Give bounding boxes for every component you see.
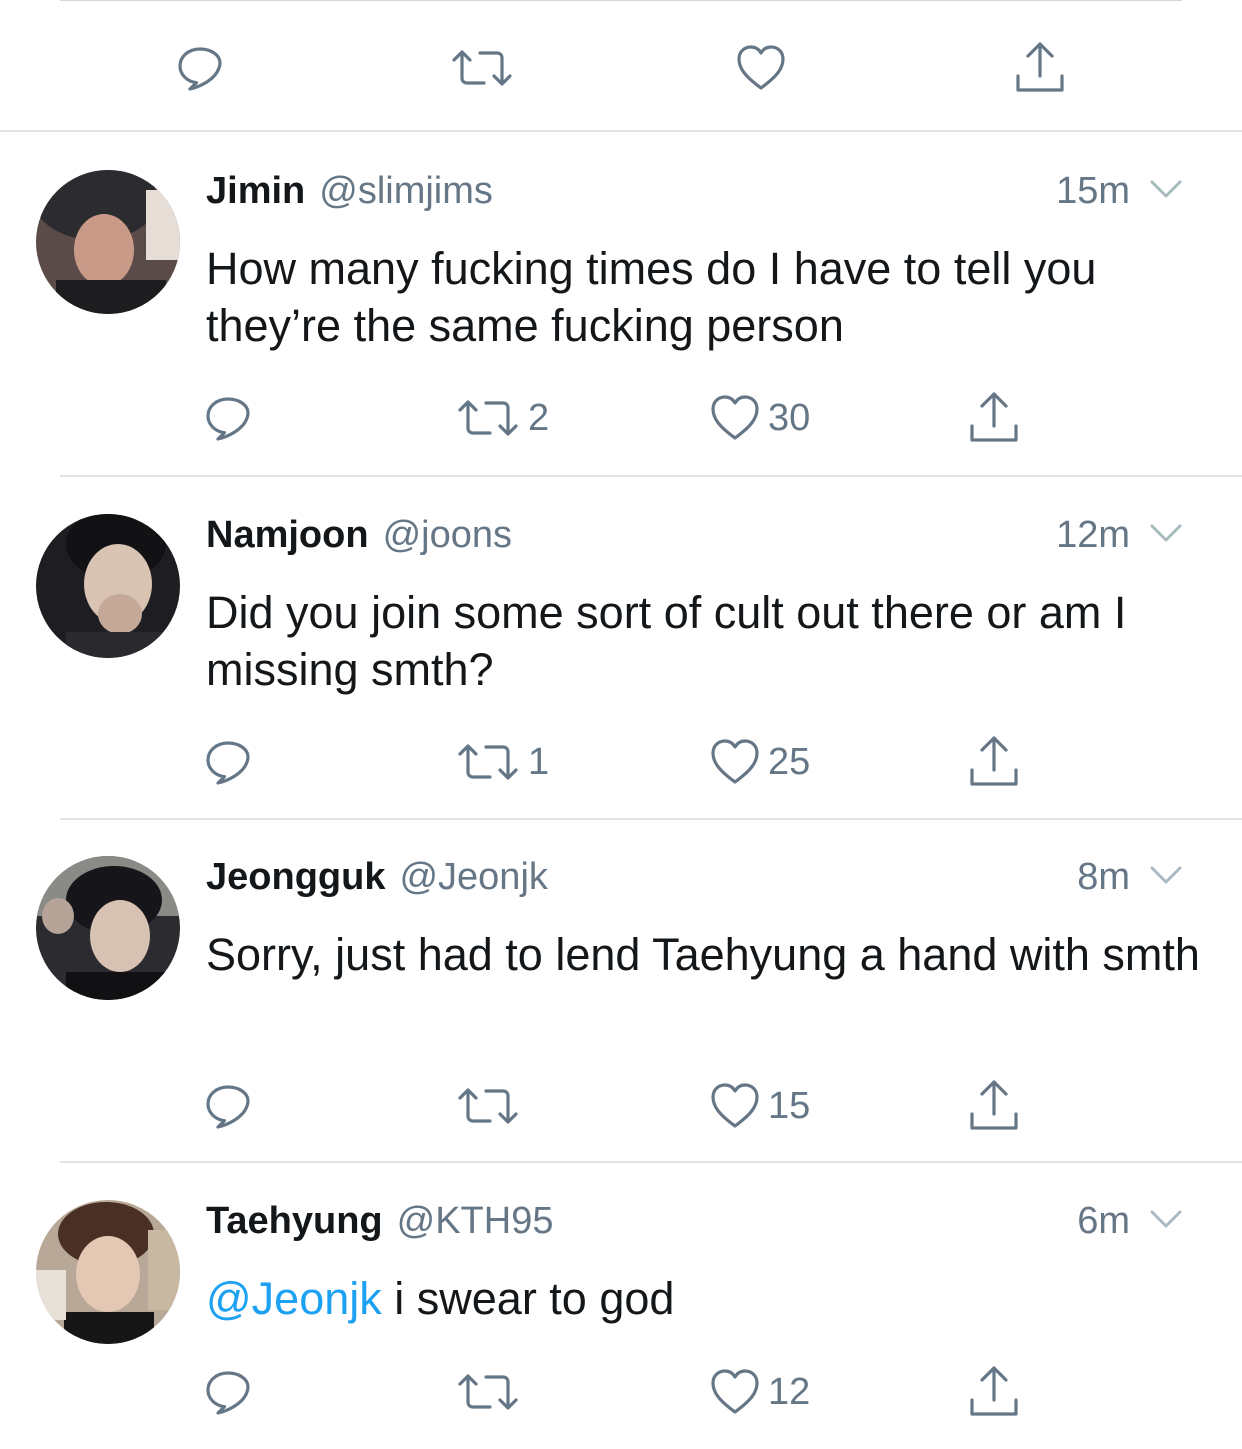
avatar[interactable]	[36, 856, 180, 1000]
like-button[interactable]: 15	[710, 1076, 810, 1136]
retweet-icon	[452, 50, 512, 86]
user-handle[interactable]: @KTH95	[397, 1200, 554, 1243]
reply-icon	[206, 741, 250, 785]
chevron-down-icon[interactable]	[1148, 1206, 1184, 1237]
reply-icon	[206, 1085, 250, 1129]
retweet-count: 1	[528, 740, 550, 783]
like-count: 15	[768, 1084, 811, 1127]
tweet-body: Did you join some sort of cult out there…	[206, 587, 1127, 695]
like-count: 25	[768, 740, 811, 783]
reply-icon	[178, 47, 222, 91]
user-handle[interactable]: @slimjims	[319, 170, 493, 213]
timestamp: 6m	[1077, 1200, 1130, 1242]
user-handle[interactable]: @joons	[383, 514, 512, 557]
reply-icon	[206, 1371, 250, 1415]
reply-icon	[206, 397, 250, 441]
divider	[60, 818, 1242, 820]
display-name[interactable]: Namjoon	[206, 514, 369, 557]
like-button[interactable]: 30	[710, 388, 810, 448]
heart-icon	[711, 395, 759, 440]
retweet-icon	[458, 744, 518, 780]
tweet-text: How many fucking times do I have to tell…	[206, 240, 1206, 354]
display-name[interactable]: Taehyung	[206, 1200, 383, 1243]
like-button[interactable]: 25	[710, 732, 810, 792]
display-name[interactable]: Jeongguk	[206, 856, 385, 899]
like-count: 12	[768, 1370, 811, 1413]
avatar[interactable]	[36, 514, 180, 658]
retweet-icon	[458, 1374, 518, 1410]
tweet-text: @Jeonjk i swear to god	[206, 1270, 1206, 1327]
top-action-bar	[0, 38, 1242, 98]
user-handle[interactable]: @Jeonjk	[399, 856, 547, 899]
reply-button[interactable]	[204, 732, 252, 792]
chevron-down-icon[interactable]	[1148, 520, 1184, 551]
tweet-header: Jeongguk @Jeonjk 8m	[206, 856, 1192, 906]
chevron-down-icon[interactable]	[1148, 176, 1184, 207]
share-button[interactable]	[966, 388, 1022, 448]
tweet-body: How many fucking times do I have to tell…	[206, 243, 1097, 351]
share-icon	[970, 736, 1018, 786]
retweet-button[interactable]	[450, 38, 514, 98]
share-button[interactable]	[966, 732, 1022, 792]
top-divider	[60, 0, 1182, 1]
timestamp: 15m	[1056, 170, 1130, 212]
share-icon	[1016, 42, 1064, 92]
retweet-icon	[458, 1088, 518, 1124]
like-button[interactable]: 12	[710, 1362, 810, 1422]
avatar[interactable]	[36, 1200, 180, 1344]
like-button[interactable]	[736, 38, 786, 98]
divider	[60, 1161, 1242, 1163]
chevron-down-icon[interactable]	[1148, 862, 1184, 893]
tweet-body: Sorry, just had to lend Taehyung a hand …	[206, 929, 1200, 980]
heart-icon	[711, 1369, 759, 1414]
retweet-button[interactable]: 1	[456, 732, 549, 792]
share-button[interactable]	[966, 1076, 1022, 1136]
heart-icon	[711, 739, 759, 784]
retweet-button[interactable]: 2	[456, 388, 549, 448]
retweet-icon	[458, 400, 518, 436]
heart-icon	[737, 45, 785, 90]
reply-button[interactable]	[176, 38, 224, 98]
share-icon	[970, 1080, 1018, 1130]
retweet-count: 2	[528, 396, 550, 439]
tweet-body: i swear to god	[381, 1273, 675, 1324]
tweet-actions: 2 30	[0, 388, 1242, 448]
tweet-actions: 1 25	[0, 732, 1242, 792]
share-button[interactable]	[1012, 38, 1068, 98]
mention-link[interactable]: @Jeonjk	[206, 1273, 382, 1324]
display-name[interactable]: Jimin	[206, 170, 305, 213]
share-icon	[970, 1366, 1018, 1416]
reply-button[interactable]	[204, 1362, 252, 1422]
divider	[0, 130, 1242, 132]
tweet-text: Did you join some sort of cult out there…	[206, 584, 1206, 698]
reply-button[interactable]	[204, 388, 252, 448]
tweet-header: Taehyung @KTH95 6m	[206, 1200, 1192, 1250]
timestamp: 12m	[1056, 514, 1130, 556]
retweet-button[interactable]	[456, 1362, 528, 1422]
reply-button[interactable]	[204, 1076, 252, 1136]
heart-icon	[711, 1083, 759, 1128]
tweet-header: Namjoon @joons 12m	[206, 514, 1192, 564]
timestamp: 8m	[1077, 856, 1130, 898]
share-button[interactable]	[966, 1362, 1022, 1422]
divider	[60, 475, 1242, 477]
tweet-actions: 15	[0, 1076, 1242, 1136]
tweet-header: Jimin @slimjims 15m	[206, 170, 1192, 220]
share-icon	[970, 392, 1018, 442]
tweet-text: Sorry, just had to lend Taehyung a hand …	[206, 926, 1206, 983]
avatar[interactable]	[36, 170, 180, 314]
retweet-button[interactable]	[456, 1076, 528, 1136]
tweet-actions: 12	[0, 1362, 1242, 1422]
like-count: 30	[768, 396, 811, 439]
